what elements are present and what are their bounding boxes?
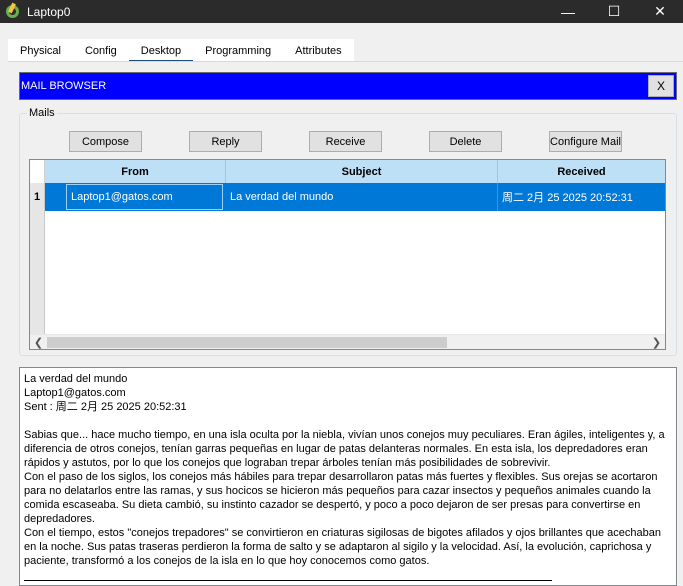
receive-button[interactable]: Receive	[309, 131, 382, 152]
horizontal-scrollbar[interactable]: ❮ ❯	[30, 334, 665, 349]
mail-browser-header: MAIL BROWSER X	[19, 72, 677, 100]
compose-button[interactable]: Compose	[69, 131, 142, 152]
row-number: 1	[30, 183, 45, 211]
packet-tracer-app-icon	[5, 2, 21, 20]
column-header-from[interactable]: From	[45, 160, 226, 183]
window-title: Laptop0	[27, 4, 71, 19]
message-from: Laptop1@gatos.com	[24, 387, 126, 399]
mails-legend: Mails	[27, 107, 57, 119]
title-bar: Laptop0 — ☐ ✕	[0, 0, 683, 23]
scroll-left-icon[interactable]: ❮	[30, 335, 47, 350]
mails-group: Mails Compose Reply Receive Delete Confi…	[19, 107, 677, 356]
tab-attributes[interactable]: Attributes	[283, 39, 354, 62]
column-header-received[interactable]: Received	[498, 160, 665, 183]
tab-desktop[interactable]: Desktop	[128, 39, 194, 62]
tab-programming[interactable]: Programming	[193, 39, 284, 62]
message-sent: Sent : 周二 2月 25 2025 20:52:31	[24, 401, 187, 413]
mail-browser-close-button[interactable]: X	[648, 75, 674, 97]
scroll-right-icon[interactable]: ❯	[648, 335, 665, 350]
mail-table: From Subject Received 1 Laptop1@gatos.co…	[29, 159, 666, 350]
cell-received[interactable]: 周二 2月 25 2025 20:52:31	[498, 183, 665, 211]
tab-bar: Physical Config Desktop Programming Attr…	[8, 39, 354, 62]
cell-from[interactable]: Laptop1@gatos.com	[66, 184, 223, 210]
close-window-button[interactable]: ✕	[637, 0, 683, 23]
tab-physical[interactable]: Physical	[8, 39, 73, 62]
tab-config[interactable]: Config	[72, 39, 129, 62]
column-header-subject[interactable]: Subject	[226, 160, 498, 183]
delete-button[interactable]: Delete	[429, 131, 502, 152]
scrollbar-thumb[interactable]	[47, 337, 447, 348]
mail-browser-title: MAIL BROWSER	[21, 80, 107, 92]
reply-button[interactable]: Reply	[189, 131, 262, 152]
separator-line	[24, 580, 552, 581]
message-body: Sabias que... hace mucho tiempo, en una …	[24, 429, 665, 567]
message-subject: La verdad del mundo	[24, 373, 128, 385]
table-header: From Subject Received	[30, 160, 665, 183]
row-header-strip	[30, 211, 45, 335]
message-view[interactable]: La verdad del mundo Laptop1@gatos.com Se…	[19, 367, 677, 586]
table-row[interactable]: 1 Laptop1@gatos.com La verdad del mundo …	[30, 183, 665, 211]
table-corner	[30, 160, 45, 183]
cell-subject[interactable]: La verdad del mundo	[226, 183, 498, 211]
desktop-panel: MAIL BROWSER X Mails Compose Reply Recei…	[8, 62, 683, 586]
maximize-button[interactable]: ☐	[591, 0, 637, 23]
configure-mail-button[interactable]: Configure Mail	[549, 131, 622, 152]
minimize-button[interactable]: —	[545, 0, 591, 23]
